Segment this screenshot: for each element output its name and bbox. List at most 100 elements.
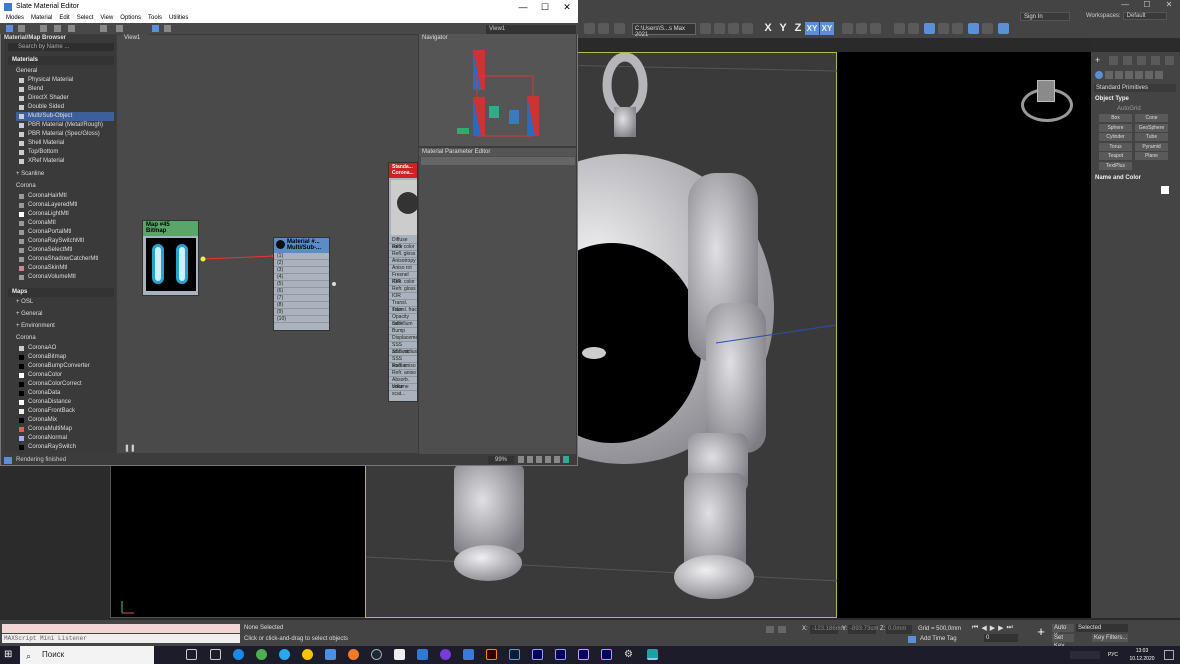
chrome-icon[interactable] — [256, 649, 267, 660]
pyramid-button[interactable]: Pyramid — [1135, 143, 1168, 151]
multi-slot[interactable]: (9) — [274, 309, 329, 316]
corona-slot[interactable]: Displacement — [389, 335, 417, 342]
box-button[interactable]: Box — [1099, 114, 1132, 122]
auto-key-button[interactable]: Auto K... — [1052, 624, 1074, 639]
y-coordinate-field[interactable]: -893.73cm — [848, 625, 878, 634]
plane-button[interactable]: Plane — [1135, 152, 1168, 160]
list-item[interactable]: CoronaBitmap — [16, 353, 114, 362]
goto-start-icon[interactable]: ⏮ — [972, 624, 978, 633]
notifications-icon[interactable] — [1164, 650, 1174, 660]
list-item[interactable]: CoronaPortalMtl — [16, 228, 114, 237]
list-item[interactable]: Physical Material — [16, 76, 114, 85]
signin-dropdown[interactable]: Sign In — [1020, 12, 1070, 21]
angle-snap-icon[interactable] — [856, 23, 867, 34]
multi-slot[interactable]: (8) — [274, 302, 329, 309]
textplus-button[interactable]: TextPlus — [1099, 162, 1132, 170]
list-item[interactable]: CoronaRaySwitch — [16, 443, 114, 452]
layer-icon[interactable] — [924, 23, 935, 34]
corona-slot[interactable]: Transl. color — [389, 300, 417, 313]
system-tray-icons[interactable] — [1070, 651, 1100, 659]
viewcube-icon[interactable] — [1037, 80, 1055, 102]
start-icon[interactable]: ⊞ — [4, 650, 14, 660]
isolate-icon[interactable] — [778, 626, 786, 633]
slate-close-button[interactable]: ✕ — [556, 0, 578, 14]
modify-tab-icon[interactable] — [1109, 56, 1118, 65]
list-item[interactable]: XRef Material — [16, 157, 114, 166]
app-icon-3[interactable] — [463, 649, 474, 660]
param-editor-header[interactable]: Material Parameter Editor — [419, 148, 576, 156]
project-path-dropdown[interactable]: C:\Users\S...s Max 2021 — [632, 23, 696, 38]
minimize-button[interactable]: — — [1114, 0, 1136, 10]
tube-button[interactable]: Tube — [1135, 133, 1168, 141]
curve-editor-icon[interactable] — [938, 23, 949, 34]
lights-icon[interactable] — [1115, 71, 1123, 79]
node-multi-header[interactable]: Material #... Multi/Sub-... — [274, 238, 329, 253]
corona-slot[interactable]: Fresnel IOR — [389, 272, 417, 285]
toggle-navigator-icon[interactable] — [164, 25, 171, 32]
menu-material[interactable]: Material — [31, 14, 52, 23]
layout-all-icon[interactable] — [152, 25, 159, 32]
systems-icon[interactable] — [1155, 71, 1163, 79]
zoom-icon[interactable] — [527, 456, 533, 463]
menu-select[interactable]: Select — [77, 14, 94, 23]
slate-minimize-button[interactable]: — — [512, 0, 534, 14]
geometry-icon[interactable] — [1095, 71, 1103, 79]
menu-utilities[interactable]: Utilities — [169, 14, 188, 23]
app-yellow-icon[interactable] — [302, 649, 313, 660]
maxscript-input[interactable] — [2, 624, 240, 633]
section-maps-corona[interactable]: Corona — [12, 334, 114, 342]
render-icon[interactable] — [998, 23, 1009, 34]
display-tab-icon[interactable] — [1151, 56, 1160, 65]
set-key-button[interactable]: Set Key — [1052, 634, 1074, 649]
snap-icon[interactable] — [842, 23, 853, 34]
assign-material-icon[interactable] — [40, 25, 47, 32]
audition-icon[interactable] — [555, 649, 566, 660]
object-type-header[interactable]: Object Type — [1095, 96, 1129, 102]
multi-slot[interactable]: (6) — [274, 288, 329, 295]
3dsmax-taskbar-icon[interactable] — [647, 649, 658, 660]
premiere-icon[interactable] — [601, 649, 612, 660]
render-setup-icon[interactable] — [982, 23, 993, 34]
section-environment[interactable]: + Environment — [12, 322, 114, 330]
after-effects-icon[interactable] — [578, 649, 589, 660]
select-icon[interactable] — [700, 23, 711, 34]
list-item[interactable]: CoronaNormal — [16, 434, 114, 443]
list-item[interactable]: CoronaMtl — [16, 219, 114, 228]
show-map-icon[interactable] — [100, 25, 107, 32]
percent-snap-icon[interactable] — [870, 23, 881, 34]
pick-material-icon[interactable] — [18, 25, 25, 32]
list-item[interactable]: CoronaData — [16, 389, 114, 398]
multi-slot[interactable]: (10) — [274, 316, 329, 323]
section-scanline[interactable]: + Scanline — [12, 170, 114, 178]
utilities-tab-icon[interactable] — [1165, 56, 1174, 65]
navigator-header[interactable]: Navigator — [419, 34, 576, 42]
corona-slot[interactable]: Refr. color — [389, 279, 417, 286]
list-item[interactable]: CoronaColorCorrect — [16, 380, 114, 389]
photoshop-icon[interactable] — [509, 649, 520, 660]
select-name-icon[interactable] — [714, 23, 725, 34]
close-button[interactable]: ✕ — [1158, 0, 1180, 10]
menu-tools[interactable]: Tools — [148, 14, 162, 23]
maximize-button[interactable]: ☐ — [1136, 0, 1158, 10]
move-icon[interactable] — [742, 23, 753, 34]
zoom-extents-icon[interactable] — [545, 456, 551, 463]
axis-xy-button[interactable]: XY — [805, 22, 819, 35]
prev-frame-icon[interactable]: ◀ — [981, 624, 986, 633]
select-tool-icon[interactable] — [6, 25, 13, 32]
geosphere-button[interactable]: GeoSphere — [1135, 124, 1168, 132]
zoom-field[interactable]: 99% — [488, 456, 514, 464]
corona-slot[interactable]: Refl. color — [389, 244, 417, 251]
navigator-panel[interactable] — [419, 42, 576, 146]
rect-select-icon[interactable] — [728, 23, 739, 34]
list-item[interactable]: CoronaSelectMtl — [16, 246, 114, 255]
app-blue-icon[interactable] — [325, 649, 336, 660]
sphere-button[interactable]: Sphere — [1099, 124, 1132, 132]
list-item[interactable]: Shell Material — [16, 139, 114, 148]
corona-slot[interactable]: IOR — [389, 293, 417, 300]
epic-games-icon[interactable] — [394, 649, 405, 660]
material-editor-icon[interactable] — [968, 23, 979, 34]
axis-z-button[interactable]: Z — [792, 22, 804, 35]
multi-slot[interactable]: (2) — [274, 260, 329, 267]
pause-icon[interactable]: ❚❚ — [124, 444, 136, 452]
list-item[interactable]: CoronaLayeredMtl — [16, 201, 114, 210]
